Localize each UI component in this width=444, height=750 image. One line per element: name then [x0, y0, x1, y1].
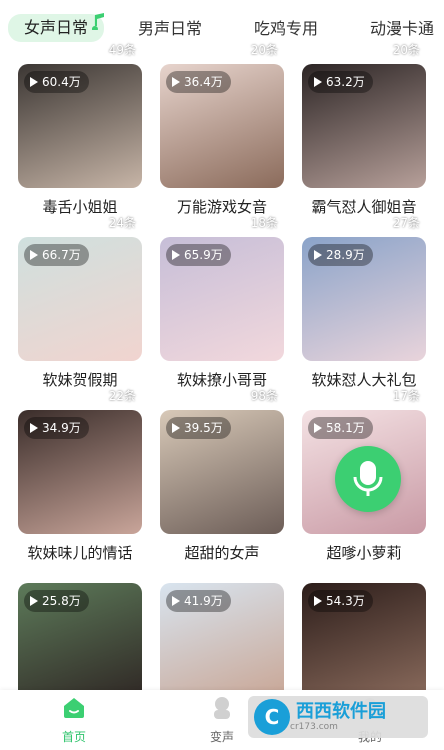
pack-title: 超嗲小萝莉: [326, 544, 402, 562]
tab-pubg-special[interactable]: 吃鸡专用: [254, 16, 318, 42]
microphone-icon: [353, 461, 383, 496]
play-count-badge: 60.4万: [24, 71, 89, 93]
play-count-badge: 34.9万: [24, 417, 89, 439]
play-count-badge: 66.7万: [24, 244, 89, 266]
play-count-badge: 41.9万: [166, 590, 231, 612]
pack-title: 软妹味儿的情话: [27, 544, 133, 562]
play-icon: [172, 77, 180, 87]
clip-count: 17条: [392, 389, 420, 403]
clip-count: 49条: [108, 43, 136, 57]
play-icon: [172, 596, 180, 606]
clip-count: 20条: [392, 43, 420, 57]
play-icon: [314, 423, 322, 433]
play-icon: [30, 423, 38, 433]
play-count-badge: 63.2万: [308, 71, 373, 93]
tab-label: 吃鸡专用: [254, 19, 319, 38]
clip-count: 27条: [392, 216, 420, 230]
music-note-icon: [91, 13, 104, 30]
pack-title: 超甜的女声: [184, 544, 260, 562]
play-count-badge: 54.3万: [308, 590, 373, 612]
nav-label: 首页: [61, 730, 86, 744]
play-icon: [314, 77, 322, 87]
play-icon: [30, 77, 38, 87]
voice-change-icon: [214, 697, 230, 719]
nav-voice-change[interactable]: 变声: [192, 696, 252, 745]
play-icon: [30, 250, 38, 260]
home-icon: [64, 698, 84, 718]
tab-anime-cartoon[interactable]: 动漫卡通: [370, 16, 434, 42]
watermark-overlay: C 西西软件园 cr173.com: [248, 696, 428, 738]
play-count-badge: 36.4万: [166, 71, 231, 93]
tab-male-daily[interactable]: 男声日常: [138, 16, 202, 42]
play-count-badge: 25.8万: [24, 590, 89, 612]
nav-home[interactable]: 首页: [44, 696, 104, 745]
record-voice-button[interactable]: [335, 446, 401, 512]
play-icon: [314, 596, 322, 606]
play-icon: [172, 423, 180, 433]
play-count-badge: 39.5万: [166, 417, 231, 439]
category-tabs: 女声日常 男声日常 吃鸡专用 动漫卡通: [0, 0, 444, 58]
play-icon: [172, 250, 180, 260]
clip-count: 22条: [108, 389, 136, 403]
tab-label: 女声日常: [24, 18, 89, 37]
clip-count: 24条: [108, 216, 136, 230]
clip-count: 20条: [250, 43, 278, 57]
nav-label: 变声: [209, 730, 234, 744]
watermark-url: cr173.com: [290, 722, 338, 732]
play-count-badge: 65.9万: [166, 244, 231, 266]
play-count-badge: 28.9万: [308, 244, 373, 266]
clip-count: 18条: [250, 216, 278, 230]
watermark-logo-icon: C: [254, 699, 290, 735]
watermark-brand: 西西软件园: [296, 701, 386, 722]
tab-label: 男声日常: [138, 19, 203, 38]
play-icon: [314, 250, 322, 260]
play-icon: [30, 596, 38, 606]
tab-label: 动漫卡通: [370, 19, 435, 38]
play-count-badge: 58.1万: [308, 417, 373, 439]
clip-count: 98条: [250, 389, 278, 403]
